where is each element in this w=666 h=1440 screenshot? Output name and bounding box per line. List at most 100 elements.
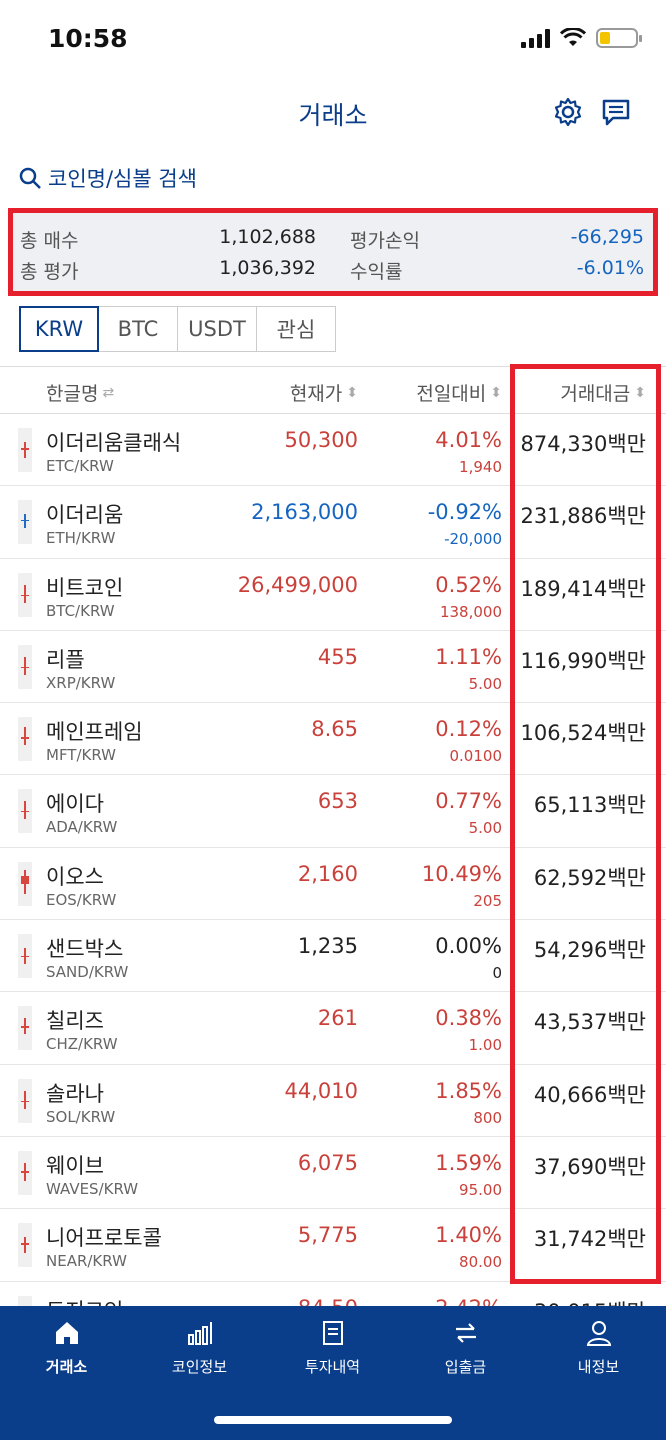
nav-investments[interactable]: 투자내역	[266, 1318, 399, 1377]
summary-row: 총 매수 1,102,688 평가손익 -66,295	[12, 226, 654, 258]
nav-label: 거래소	[45, 1358, 88, 1376]
trade-volume: 30,015백만	[534, 1296, 646, 1306]
sort-by-change[interactable]: 전일대비 ⬍	[416, 379, 502, 406]
current-price: 1,235	[297, 934, 358, 959]
nav-label: 내정보	[577, 1358, 620, 1376]
current-price: 2,160	[297, 861, 358, 886]
change-percent: 1.11%	[435, 644, 502, 669]
coin-name: 웨이브	[46, 1153, 104, 1178]
home-icon	[55, 1322, 78, 1344]
market-tabs: KRW BTC USDT 관심	[19, 306, 336, 352]
change-amount: -20,000	[444, 530, 502, 549]
column-change-label: 전일대비	[416, 383, 487, 405]
sort-icon: ⬍	[634, 384, 646, 401]
coin-row[interactable]: 이더리움클래식 ETC/KRW 50,300 4.01% 1,940 874,330백만	[0, 414, 666, 487]
coin-name: 리플	[46, 647, 85, 672]
change-percent: 1.85%	[435, 1078, 502, 1103]
sort-icon: ⬍	[346, 384, 358, 401]
change-percent: 0.12%	[435, 717, 502, 742]
pnl-label: 평가손익	[350, 230, 420, 252]
signal-icon	[521, 28, 550, 48]
coin-name: 비트코인	[46, 575, 124, 600]
mini-candle-icon	[18, 1006, 32, 1051]
app-header: 거래소	[0, 80, 666, 144]
mini-candle-icon	[18, 1295, 32, 1306]
nav-deposit-withdraw[interactable]: 입출금	[399, 1318, 532, 1377]
coin-name: 도지코인	[46, 1295, 123, 1306]
coin-name: 이오스	[46, 864, 104, 889]
coin-row[interactable]: 에이다 ADA/KRW 653 0.77% 5.00 65,113백만	[0, 775, 666, 848]
change-percent: 0.38%	[435, 1006, 502, 1031]
coin-row[interactable]: 메인프레임 MFT/KRW 8.65 0.12% 0.0100 106,524백만	[0, 703, 666, 776]
coin-symbol: CHZ/KRW	[46, 1035, 118, 1054]
current-price: 26,499,000	[237, 572, 358, 597]
change-percent: 1.40%	[435, 1223, 502, 1248]
bar-chart-icon	[187, 1322, 212, 1345]
messages-button[interactable]	[598, 94, 634, 130]
coin-name: 이더리움클래식	[46, 431, 182, 455]
tab-usdt[interactable]: USDT	[177, 306, 257, 352]
coin-symbol: BTC/KRW	[46, 601, 115, 620]
home-indicator[interactable]	[214, 1416, 452, 1424]
change-amount: 0	[492, 964, 502, 983]
coin-row[interactable]: 니어프로토콜 NEAR/KRW 5,775 1.40% 80.00 31,742백만	[0, 1209, 666, 1282]
coin-row[interactable]: 이더리움 ETH/KRW 2,163,000 -0.92% -20,000 231,886…	[0, 486, 666, 559]
coin-row[interactable]: 웨이브 WAVES/KRW 6,075 1.59% 95.00 37,690백만	[0, 1137, 666, 1210]
trade-volume: 116,990백만	[520, 648, 646, 673]
coin-row[interactable]: 이오스 EOS/KRW 2,160 10.49% 205 62,592백만	[0, 848, 666, 921]
wifi-icon	[560, 28, 586, 46]
coin-row[interactable]: 비트코인 BTC/KRW 26,499,000 0.52% 138,000 189,414…	[0, 559, 666, 631]
message-icon	[602, 99, 630, 126]
coin-symbol: SOL/KRW	[46, 1107, 116, 1126]
coin-row[interactable]: 샌드박스 SAND/KRW 1,235 0.00% 0 54,296백만	[0, 920, 666, 993]
coin-row[interactable]: 칠리즈 CHZ/KRW 261 0.38% 1.00 43,537백만	[0, 992, 666, 1065]
portfolio-summary: 총 매수 1,102,688 평가손익 -66,295 총 평가 1,036,3…	[8, 208, 658, 296]
current-price: 5,775	[297, 1223, 358, 1248]
current-price: 653	[317, 789, 358, 814]
change-percent: 0.00%	[435, 934, 502, 959]
sort-by-volume[interactable]: 거래대금 ⬍	[560, 379, 646, 406]
settings-button[interactable]	[550, 94, 586, 130]
sort-by-price[interactable]: 현재가 ⬍	[290, 379, 358, 406]
coin-row[interactable]: 도지코인DOGE/KRW84.502.42%30,015백만	[0, 1282, 666, 1306]
search-icon	[19, 167, 41, 189]
change-amount: 1,940	[459, 458, 502, 476]
mini-candle-icon	[18, 789, 32, 834]
search-placeholder: 코인명/심볼 검색	[48, 167, 197, 191]
current-price: 261	[317, 1006, 358, 1031]
tab-btc[interactable]: BTC	[98, 306, 178, 352]
column-name-label: 한글명	[46, 383, 99, 405]
tab-krw[interactable]: KRW	[19, 306, 99, 352]
sort-by-name[interactable]: 한글명 ⇄	[46, 379, 114, 406]
coin-row[interactable]: 리플 XRP/KRW 455 1.11% 5.00 116,990백만	[0, 631, 666, 704]
change-percent: -0.92%	[427, 500, 502, 525]
coin-symbol: NEAR/KRW	[46, 1252, 127, 1271]
search-input[interactable]: 코인명/심볼 검색	[18, 163, 197, 193]
coin-name: 칠리즈	[46, 1009, 104, 1034]
change-percent: 10.49%	[421, 861, 502, 886]
table-header: 한글명 ⇄ 현재가 ⬍ 전일대비 ⬍ 거래대금 ⬍	[0, 366, 666, 414]
battery-icon	[596, 28, 642, 48]
current-price: 455	[317, 644, 358, 669]
nav-my-info[interactable]: 내정보	[532, 1318, 665, 1377]
trade-volume: 874,330백만	[520, 432, 646, 456]
nav-exchange[interactable]: 거래소	[0, 1318, 133, 1377]
mini-candle-icon	[18, 500, 32, 545]
mini-candle-icon	[18, 644, 32, 689]
change-percent: 0.77%	[435, 789, 502, 814]
nav-coin-info[interactable]: 코인정보	[133, 1318, 266, 1377]
mini-candle-icon	[18, 1078, 32, 1123]
change-percent: 2.42%	[435, 1296, 502, 1306]
trade-volume: 54,296백만	[533, 938, 646, 963]
coin-name: 이더리움	[46, 503, 124, 528]
nav-label: 코인정보	[171, 1358, 228, 1376]
mini-candle-icon	[18, 717, 32, 762]
status-time: 10:58	[48, 24, 128, 53]
trade-volume: 189,414백만	[520, 576, 646, 601]
document-icon	[322, 1321, 343, 1345]
change-percent: 1.59%	[435, 1150, 502, 1175]
change-percent: 4.01%	[435, 428, 502, 452]
current-price: 50,300	[284, 428, 358, 452]
coin-row[interactable]: 솔라나 SOL/KRW 44,010 1.85% 800 40,666백만	[0, 1065, 666, 1137]
tab-favorites[interactable]: 관심	[256, 306, 336, 352]
